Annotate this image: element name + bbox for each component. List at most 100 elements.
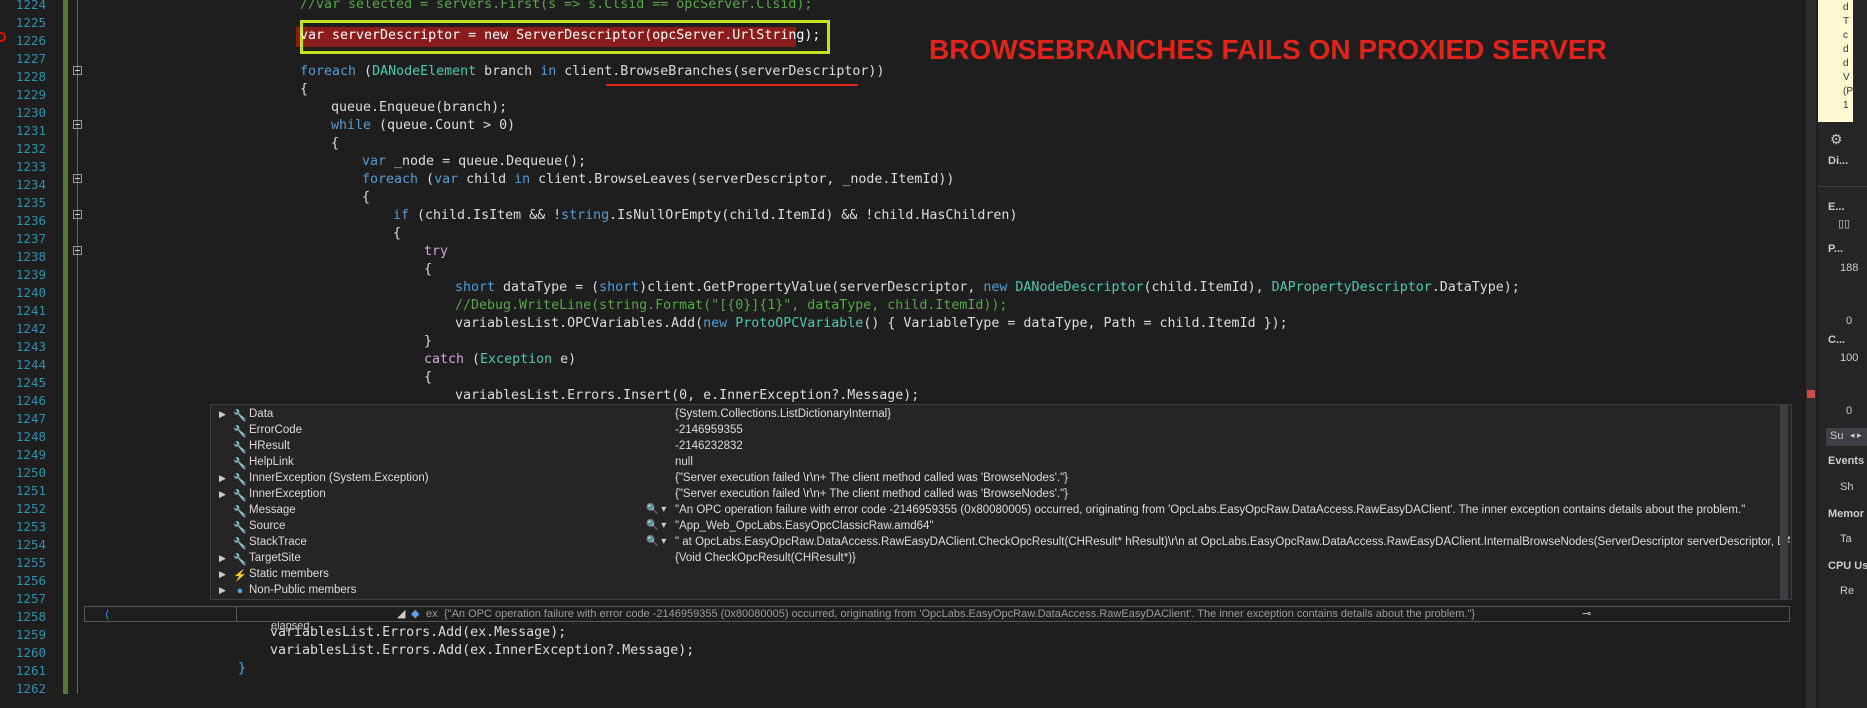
collapse-icon[interactable]	[73, 210, 82, 219]
datatip-row[interactable]: ▶ ● Non-Public members	[211, 584, 1791, 600]
code-line-1240[interactable]: short dataType = (short)client.GetProper…	[455, 279, 1520, 297]
code-line-1234[interactable]: foreach (var child in client.BrowseLeave…	[362, 171, 954, 189]
code-text: )client.GetPropertyValue(serverDescripto…	[639, 280, 984, 295]
code-text: .DataType);	[1431, 280, 1520, 295]
code-line-1260[interactable]: variablesList.Errors.Add(ex.InnerExcepti…	[270, 642, 694, 660]
datatip-row[interactable]: ▶ 🔧 Data {System.Collections.ListDictionary…	[211, 408, 1791, 424]
datatip-row[interactable]: 🔧 Source 🔍 ▾ "App_Web_OpcLabs.EasyOpcClassi…	[211, 520, 1791, 536]
take-snapshot-link[interactable]: Ta	[1840, 533, 1852, 545]
expand-arrow-icon[interactable]: ▶	[219, 553, 226, 564]
editor-horizontal-scrollbar[interactable]	[0, 694, 1806, 708]
code-line-1233[interactable]: var _node = queue.Dequeue();	[362, 153, 586, 171]
code-line-1232[interactable]: {	[331, 135, 339, 153]
line-number: 1224	[15, 0, 46, 12]
datatip-member-value[interactable]: " at OpcLabs.EasyOpcRaw.DataAccess.RawEa…	[675, 536, 1790, 548]
expand-arrow-icon[interactable]: ▶	[219, 473, 226, 484]
code-line-1261[interactable]: }	[238, 660, 246, 678]
code-line-1236[interactable]: if (child.IsItem && !string.IsNullOrEmpt…	[393, 207, 1017, 225]
visualizer-icon[interactable]: 🔍 ▾	[646, 520, 666, 531]
datatip-row[interactable]: ▶ 🔧 TargetSite {Void CheckOpcResult(CHResul…	[211, 552, 1791, 568]
datatip-row[interactable]: ▶ 🔧 InnerException {"Server execution faile…	[211, 488, 1791, 504]
code-line-1231[interactable]: while (queue.Count > 0)	[331, 117, 515, 135]
non-public-icon: ●	[236, 585, 244, 597]
expand-arrow-icon[interactable]: ▶	[219, 489, 226, 500]
pin-icon[interactable]: ⊸	[1582, 607, 1591, 620]
collapse-icon[interactable]	[73, 120, 82, 129]
code-line-1242[interactable]: variablesList.OPCVariables.Add(new Proto…	[455, 315, 1288, 333]
process-memory-header[interactable]: P...	[1828, 243, 1843, 255]
datatip-row[interactable]: 🔧 StackTrace 🔍 ▾ " at OpcLabs.EasyOpcRaw.Da…	[211, 536, 1791, 552]
code-line-1224[interactable]: //var selected = servers.First(s => s.Cl…	[300, 0, 812, 14]
code-line-1239[interactable]: {	[424, 261, 432, 279]
line-number: 1238	[15, 249, 46, 264]
code-line-1243[interactable]: }	[424, 333, 432, 351]
expand-arrow-icon[interactable]: ▶	[219, 569, 226, 580]
line-number: 1232	[15, 141, 46, 156]
keyword: var	[434, 172, 459, 187]
datatip-member-value[interactable]: {"Server execution failed \r\n+ The clie…	[675, 488, 1790, 500]
code-line-1237[interactable]: {	[393, 225, 401, 243]
code-text: (child.ItemId),	[1143, 280, 1272, 295]
datatip-scrollbar[interactable]	[1780, 405, 1788, 599]
datatip-member-value[interactable]: {System.Collections.ListDictionaryIntern…	[675, 408, 1790, 420]
collapse-icon[interactable]	[73, 174, 82, 183]
code-line-1241[interactable]: //Debug.WriteLine(string.Format("[{0}]{1…	[455, 297, 1007, 315]
wrench-icon: 🔧	[233, 426, 247, 438]
line-number: 1229	[15, 87, 46, 102]
code-line-1244[interactable]: catch (Exception e)	[424, 351, 576, 369]
visualizer-icon[interactable]: 🔍 ▾	[646, 536, 666, 547]
gear-icon[interactable]: ⚙	[1830, 131, 1843, 148]
events-section-header[interactable]: E...	[1828, 201, 1845, 213]
datatip-member-value[interactable]: -2146959355	[675, 424, 1790, 436]
keyword: catch	[424, 352, 465, 367]
tab-arrows-icon[interactable]: ◂ ▸	[1850, 430, 1862, 441]
datatip-member-value[interactable]: {Void CheckOpcResult(CHResult*)}	[675, 552, 1790, 564]
ex-datatip[interactable]: ◢ ◆ ex {"An OPC operation failure with e…	[236, 606, 1790, 622]
datatip-row[interactable]: 🔧 ErrorCode -2146959355	[211, 424, 1791, 440]
collapse-icon[interactable]	[73, 66, 82, 75]
editor-vertical-scrollbar[interactable]	[1806, 0, 1816, 708]
code-line-1245[interactable]: {	[424, 369, 432, 387]
line-number: 1259	[15, 627, 46, 642]
expand-arrow-icon[interactable]: ▶	[219, 585, 226, 596]
datatip-row[interactable]: ▶ ⚡ Static members	[211, 568, 1791, 584]
wrench-icon: 🔧	[233, 522, 247, 534]
cpu-section-header[interactable]: C...	[1828, 334, 1845, 346]
datatip-row[interactable]: 🔧 Message 🔍 ▾ "An OPC operation failure wit…	[211, 504, 1791, 520]
exception-datatip[interactable]: ▶ 🔧 Data {System.Collections.ListDictionary…	[210, 404, 1792, 600]
datatip-row[interactable]: 🔧 HResult -2146232832	[211, 440, 1791, 456]
datatip-member-value[interactable]: "An OPC operation failure with error cod…	[675, 504, 1790, 516]
code-line-1259[interactable]: variablesList.Errors.Add(ex.Message);	[270, 624, 566, 642]
datatip-row[interactable]: ▶ 🔧 InnerException (System.Exception) {"Ser…	[211, 472, 1791, 488]
line-number: 1226	[15, 33, 46, 48]
code-text: branch	[476, 64, 541, 79]
code-line-1230[interactable]: queue.Enqueue(branch);	[331, 99, 507, 117]
wrench-icon: 🔧	[233, 410, 247, 422]
code-line-1228[interactable]: foreach (DANodeElement branch in client.…	[300, 63, 884, 81]
code-line-1246[interactable]: variablesList.Errors.Insert(0, e.InnerEx…	[455, 387, 919, 405]
show-events-link[interactable]: Sh	[1840, 481, 1853, 493]
datatip-member-value[interactable]: {"Server execution failed \r\n+ The clie…	[675, 472, 1790, 484]
visualizer-icon[interactable]: 🔍 ▾	[646, 504, 666, 515]
wrench-icon: 🔧	[233, 458, 247, 470]
expand-arrow-icon[interactable]: ▶	[219, 409, 226, 420]
expand-icon[interactable]: ◢	[397, 607, 405, 620]
code-line-1226[interactable]: var serverDescriptor = new ServerDescrip…	[300, 27, 820, 45]
datatip-member-value[interactable]: "App_Web_OpcLabs.EasyOpcClassicRaw.amd64…	[675, 520, 1790, 532]
code-line-1235[interactable]: {	[362, 189, 370, 207]
datatip-member-value[interactable]: null	[675, 456, 1790, 468]
record-cpu-link[interactable]: Re	[1840, 585, 1854, 597]
line-number: 1251	[15, 483, 46, 498]
notification-text: T	[1843, 16, 1850, 27]
notification-text: d	[1843, 44, 1849, 55]
code-text: (	[418, 172, 435, 187]
datatip-member-value[interactable]: -2146232832	[675, 440, 1790, 452]
cpu-axis-min: 0	[1846, 405, 1853, 417]
datatip-row[interactable]: 🔧 HelpLink null	[211, 456, 1791, 472]
summary-tab[interactable]: Su ◂ ▸	[1826, 428, 1867, 446]
collapse-icon[interactable]	[73, 246, 82, 255]
code-line-1238[interactable]: try	[424, 243, 448, 261]
code-line-1229[interactable]: {	[300, 81, 308, 99]
pause-icon[interactable]: ▯▯	[1838, 217, 1850, 230]
notification-text: V	[1843, 72, 1850, 83]
